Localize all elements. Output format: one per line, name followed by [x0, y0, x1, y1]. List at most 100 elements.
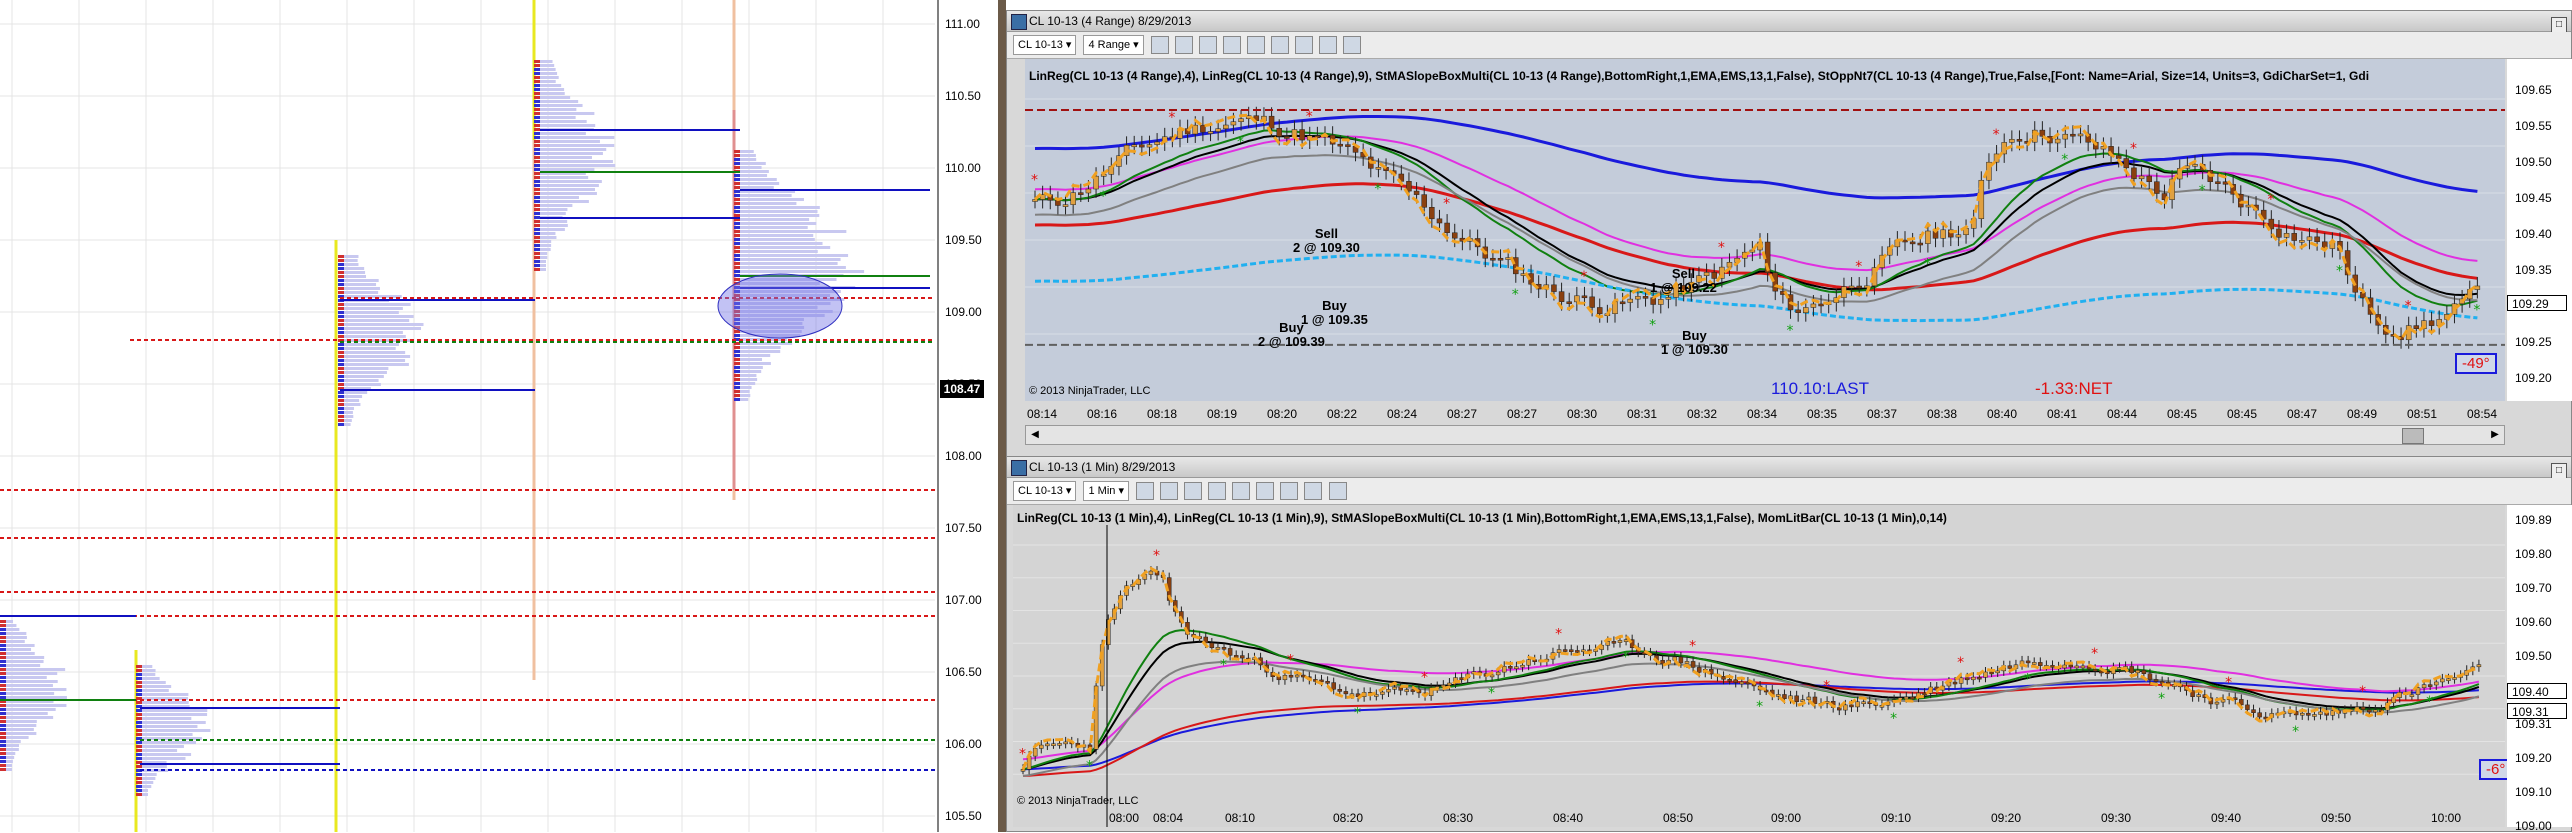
instrument-selector[interactable]: CL 10-13 ▾: [1013, 35, 1077, 56]
indicators-icon[interactable]: [1256, 482, 1275, 501]
scroll-left-icon[interactable]: ◀: [1028, 428, 1042, 442]
interval-selector[interactable]: 1 Min ▾: [1083, 481, 1129, 502]
zoom-icon[interactable]: [1246, 36, 1265, 55]
candle: [1856, 285, 1862, 289]
scroll-thumb[interactable]: [2402, 428, 2424, 444]
zoom-icon[interactable]: [1232, 482, 1251, 501]
profile-letter: [338, 363, 344, 366]
swing-low-star: *: [1622, 649, 1629, 665]
time-axis-label: 08:40: [1987, 407, 2018, 421]
candle: [1063, 741, 1068, 745]
draw-pencil-icon[interactable]: [1174, 36, 1193, 55]
bar-type-icon[interactable]: [1150, 36, 1169, 55]
strategies-icon[interactable]: [1295, 36, 1314, 55]
profile-bar: [540, 108, 577, 111]
profile-letter: [534, 248, 540, 251]
profile-bar: [740, 346, 781, 349]
candle: [1070, 192, 1076, 205]
candle: [2318, 711, 2323, 715]
scroll-right-icon[interactable]: ▶: [2488, 428, 2502, 442]
data-box-icon[interactable]: [1343, 36, 1362, 55]
profile-letter: [534, 172, 540, 175]
candle: [1794, 695, 1799, 703]
profile-letter: [0, 656, 6, 659]
top-chart-titlebar[interactable]: CL 10-13 (4 Range) 8/29/2013 □: [1007, 11, 2571, 33]
instrument-selector[interactable]: CL 10-13 ▾: [1013, 481, 1077, 502]
profile-bar: [142, 789, 148, 792]
indicators-icon[interactable]: [1271, 36, 1290, 55]
price-axis-label: 109.00: [945, 305, 982, 319]
price-axis-label: 109.70: [2515, 581, 2552, 595]
profile-bar: [540, 192, 597, 195]
profile-letter: [0, 768, 6, 771]
profile-letter: [534, 120, 540, 123]
crosshair-icon[interactable]: [1222, 36, 1241, 55]
profile-bar: [540, 208, 568, 211]
maximize-icon[interactable]: □: [2551, 463, 2567, 479]
time-axis-label: 08:27: [1507, 407, 1538, 421]
top-scrollbar[interactable]: ◀ ▶: [1025, 425, 2505, 445]
profile-bar: [344, 279, 379, 282]
bottom-chart-titlebar[interactable]: CL 10-13 (1 Min) 8/29/2013 □: [1007, 457, 2571, 479]
profile-letter: [136, 665, 142, 668]
bottom-price-axis: 109.89 109.80 109.70 109.60 109.50 109.40 109.…: [2507, 505, 2572, 833]
draw-tools-icon[interactable]: [1198, 36, 1217, 55]
profile-bar: [740, 194, 792, 197]
profile-bar: [540, 240, 552, 243]
price-axis-label: 110.50: [945, 89, 981, 103]
profile-letter: [0, 712, 6, 715]
data-box-icon[interactable]: [1328, 482, 1347, 501]
profile-bar: [142, 733, 193, 736]
candle: [1977, 676, 1982, 680]
profile-letter: [136, 673, 142, 676]
swing-high-star: *: [1287, 652, 1294, 668]
profile-bar: [6, 688, 67, 691]
bottom-chart-plot[interactable]: * * * * * * * * * * * * * * * * * * * * * * LinReg(CL 10-13 (…: [1013, 505, 2513, 827]
candle: [2131, 167, 2137, 180]
profile-bar: [540, 92, 565, 95]
candle: [1810, 303, 1817, 308]
candle: [1642, 296, 1649, 299]
profile-letter: [136, 773, 142, 776]
swing-low-star: *: [1924, 257, 1931, 273]
profile-letter: [136, 689, 142, 692]
profile-bar: [740, 354, 771, 357]
time-axis-label: 10:00: [2431, 811, 2462, 825]
properties-icon[interactable]: [1304, 482, 1323, 501]
swing-low-star: *: [1488, 685, 1495, 701]
top-chart-plot[interactable]: * * * * * * * * * * * * * * * * * * * * * * LinReg(CL 10-13 (…: [1025, 59, 2505, 421]
profile-letter: [534, 84, 540, 87]
profile-letter: [338, 271, 344, 274]
candle: [2373, 709, 2378, 713]
profile-bar: [540, 160, 613, 163]
crosshair-icon[interactable]: [1208, 482, 1227, 501]
time-axis-label: 09:10: [1881, 811, 1912, 825]
candle: [1739, 681, 1745, 685]
candle: [2434, 681, 2439, 686]
profile-letter: [136, 765, 142, 768]
top-chart-toolbar: CL 10-13 ▾ 4 Range ▾: [1007, 32, 2571, 59]
panel-divider[interactable]: [998, 0, 1006, 832]
properties-icon[interactable]: [1319, 36, 1338, 55]
profile-letter: [338, 303, 344, 306]
candle: [1983, 671, 1988, 678]
draw-pencil-icon[interactable]: [1160, 482, 1179, 501]
bottom-chart-toolbar: CL 10-13 ▾ 1 Min ▾: [1007, 478, 2571, 505]
candle: [2062, 664, 2067, 669]
bar-type-icon[interactable]: [1136, 482, 1155, 501]
price-axis-label: 109.60: [2515, 615, 2552, 629]
draw-tools-icon[interactable]: [1184, 482, 1203, 501]
maximize-icon[interactable]: □: [2551, 17, 2567, 33]
candle: [2446, 678, 2451, 681]
profile-bar: [540, 236, 557, 239]
candle: [1848, 285, 1855, 289]
interval-selector[interactable]: 4 Range ▾: [1083, 35, 1144, 56]
profile-bar: [6, 720, 37, 723]
top-chart-title: CL 10-13 (4 Range) 8/29/2013: [1029, 14, 1192, 28]
profile-bar: [540, 68, 556, 71]
time-axis-label: 09:50: [2321, 811, 2352, 825]
time-axis-label: 08:37: [1867, 407, 1898, 421]
candle: [2330, 710, 2335, 716]
profile-letter: [534, 104, 540, 107]
strategies-icon[interactable]: [1280, 482, 1299, 501]
